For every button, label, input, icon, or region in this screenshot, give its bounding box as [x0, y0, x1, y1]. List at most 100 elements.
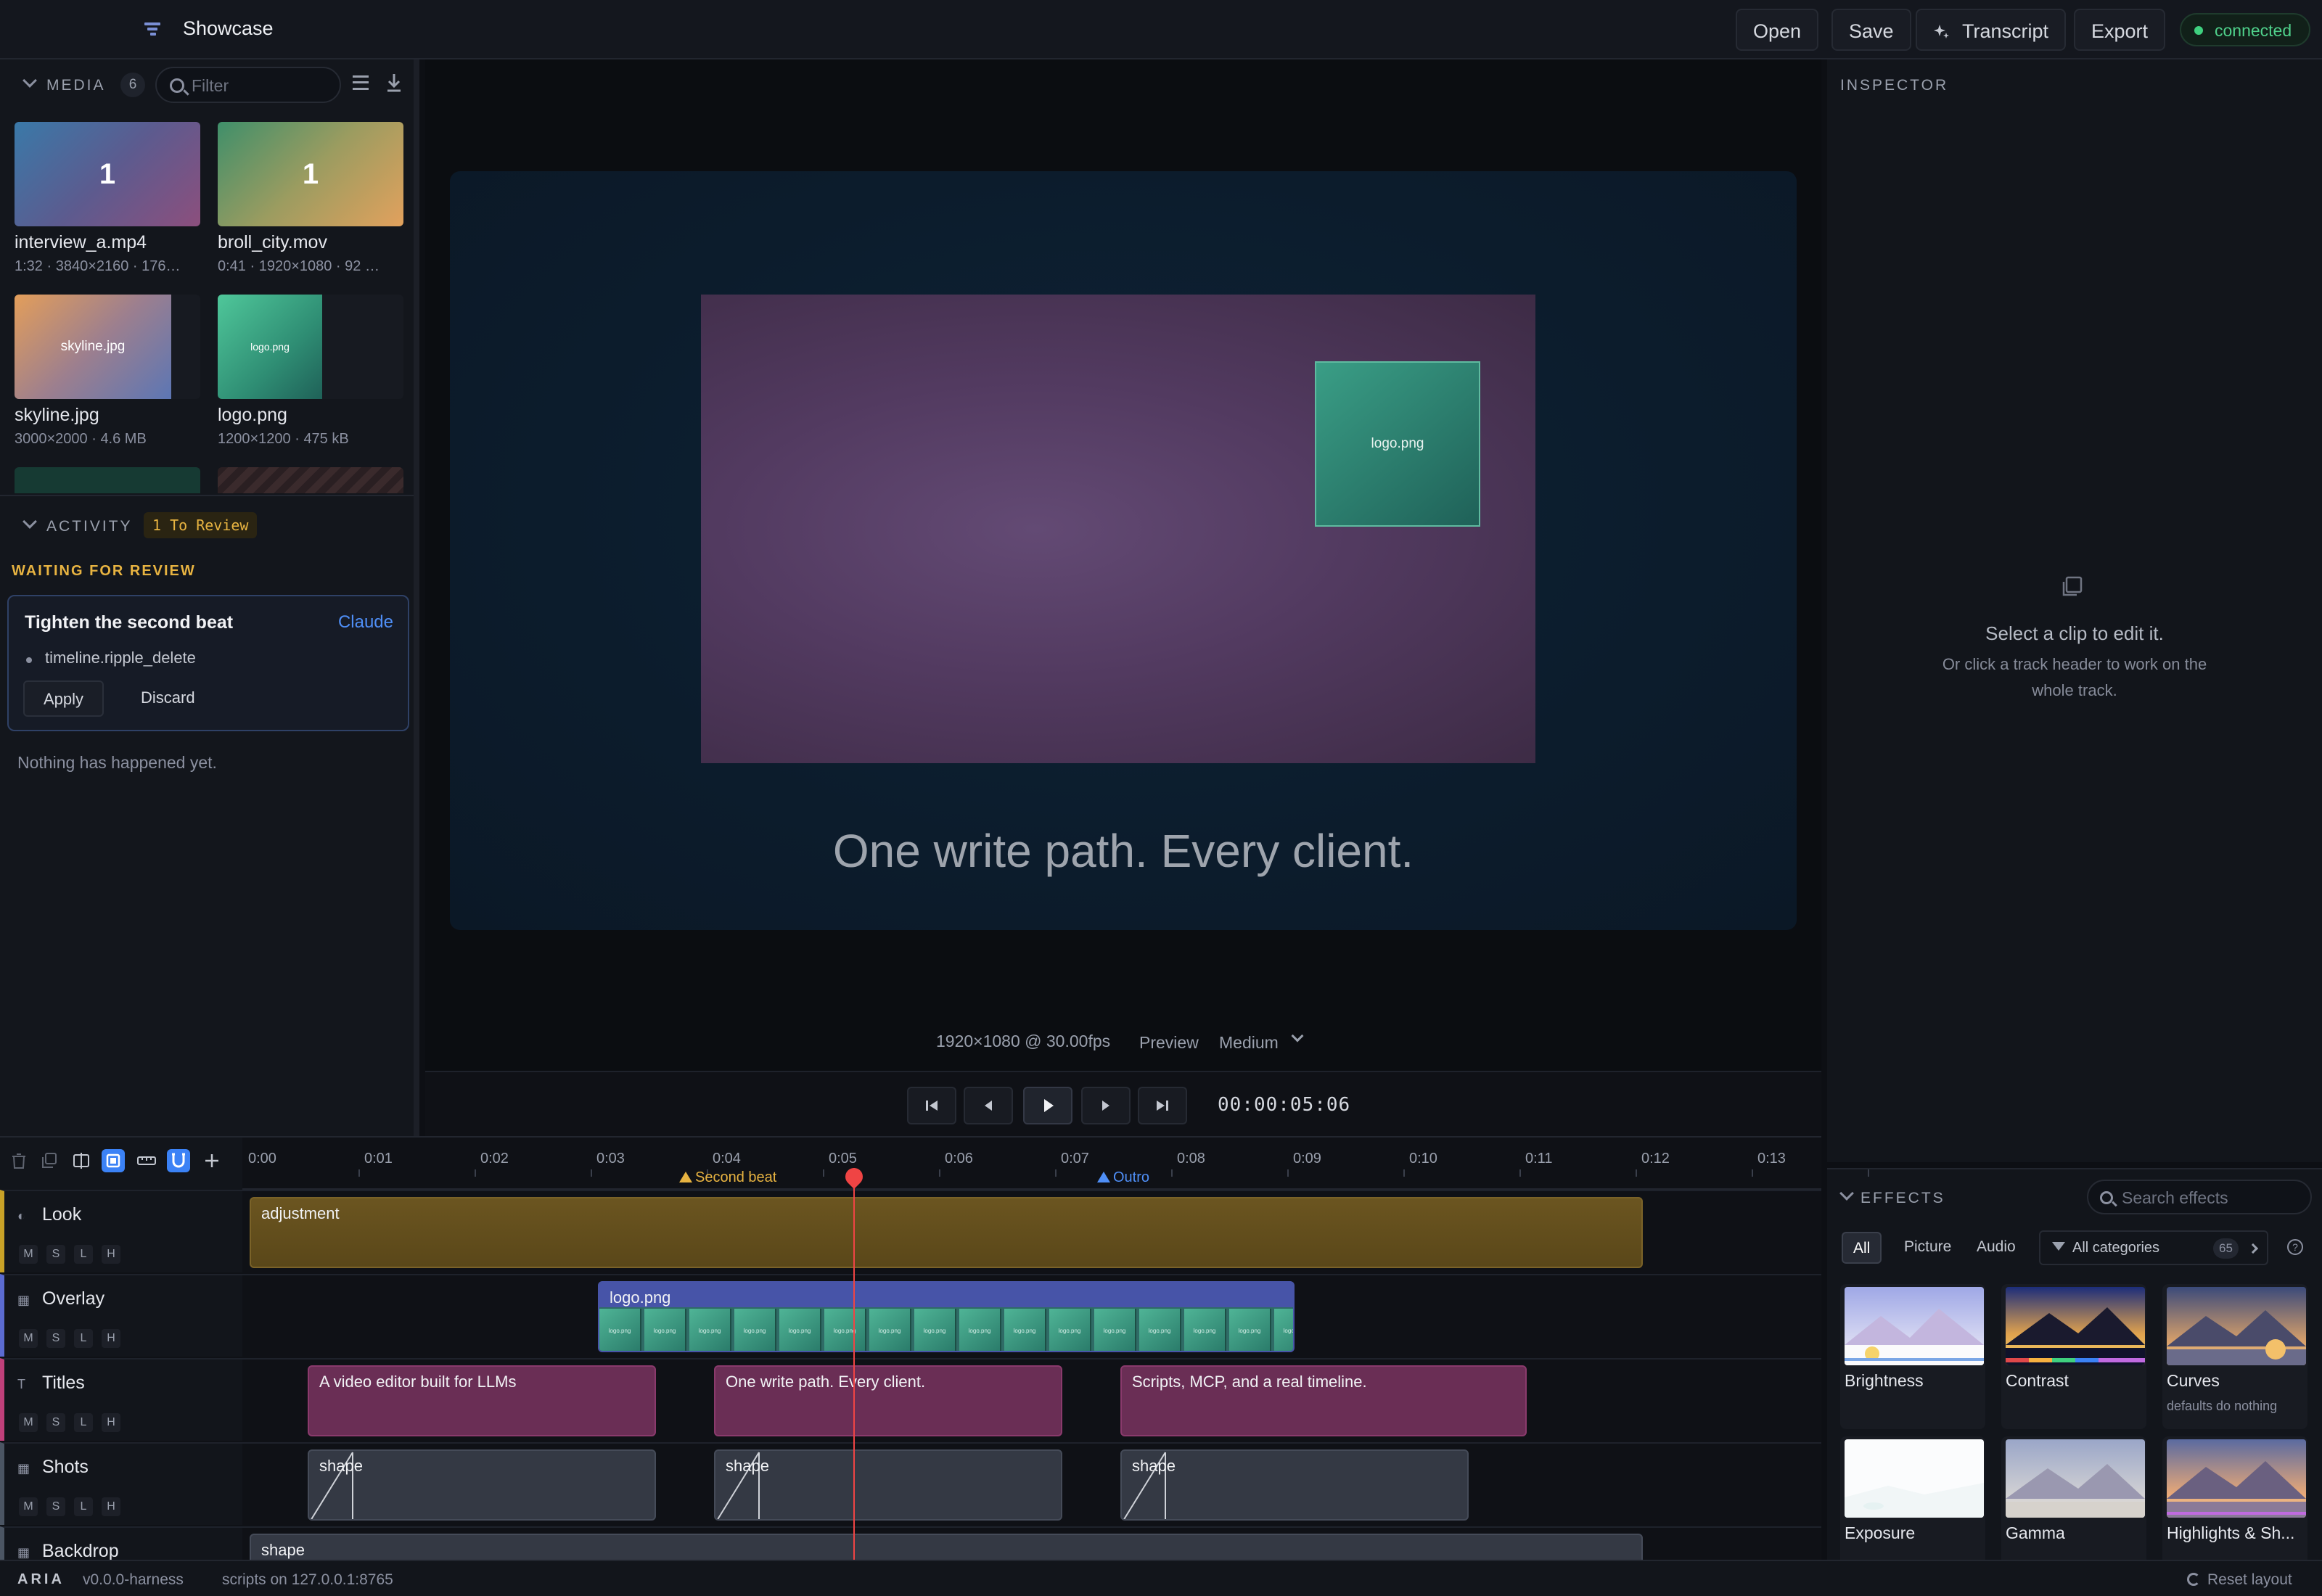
search-icon [170, 78, 184, 93]
track-header-look[interactable]: ◐ Look M S L H [0, 1190, 242, 1272]
clip-titles[interactable]: One write path. Every client. [714, 1365, 1062, 1436]
effect-card[interactable]: Brightness [1840, 1284, 1985, 1429]
track-lane-look[interactable]: adjustment [242, 1190, 1821, 1272]
track-lane-overlay[interactable]: logo.png logo.png logo.png logo.png logo.png… [242, 1274, 1821, 1357]
ruler-tick-label: 0:06 [945, 1151, 973, 1167]
ruler-icon[interactable] [135, 1149, 158, 1172]
thumbnail-label: logo.png [250, 341, 290, 353]
play-button[interactable] [1023, 1087, 1072, 1124]
ruler-tick [1519, 1169, 1521, 1177]
track-toggle-h[interactable]: H [102, 1329, 120, 1348]
time-ruler[interactable]: 0:00 0:01 0:02 0:03 0:04 0:05 0:06 0:07 0:08 0:09… [242, 1138, 1869, 1190]
clip-label: Scripts, MCP, and a real timeline. [1132, 1373, 1367, 1391]
clip-label: shape [319, 1457, 363, 1475]
track-toggle-m[interactable]: M [19, 1413, 38, 1432]
marker-outro[interactable]: Outro [1097, 1169, 1149, 1186]
track-toggle-s[interactable]: S [46, 1245, 65, 1264]
effects-search-input[interactable] [2122, 1187, 2303, 1209]
filmstrip-frame: logo.png [734, 1309, 776, 1351]
effects-search[interactable] [2087, 1180, 2312, 1214]
track-toggle-l[interactable]: L [74, 1413, 93, 1432]
track-toggle-m[interactable]: M [19, 1329, 38, 1348]
track-header-shots[interactable]: ▦ Shots M S L H [0, 1442, 242, 1525]
track-toggle-m[interactable]: M [19, 1245, 38, 1264]
clip-titles[interactable]: A video editor built for LLMs [308, 1365, 656, 1436]
chevron-down-icon[interactable] [1839, 1186, 1854, 1201]
reset-icon[interactable] [2187, 1573, 2200, 1586]
track-toggle-h[interactable]: H [102, 1245, 120, 1264]
media-filter-input[interactable] [192, 74, 337, 97]
clip-titles[interactable]: Scripts, MCP, and a real timeline. [1120, 1365, 1527, 1436]
clip-look[interactable]: adjustment [250, 1197, 1643, 1268]
skip-to-start-button[interactable] [907, 1087, 956, 1124]
connection-status-badge: connected [2180, 13, 2311, 46]
split-icon[interactable] [70, 1149, 93, 1172]
clip-shots[interactable]: shape [308, 1449, 656, 1521]
ruler-tick-label: 0:05 [829, 1151, 857, 1167]
help-icon[interactable]: ? [2287, 1239, 2303, 1255]
download-icon[interactable] [386, 73, 402, 93]
preview-canvas[interactable]: logo.png One write path. Every client. [450, 171, 1797, 930]
save-button[interactable]: Save [1831, 9, 1911, 51]
clip-label: adjustment [261, 1204, 340, 1222]
preview-stage: logo.png [701, 295, 1535, 763]
effect-card[interactable]: Curves defaults do nothing [2162, 1284, 2307, 1429]
marker-second-beat[interactable]: Second beat [679, 1169, 776, 1186]
quality-select[interactable]: Medium [1219, 1033, 1279, 1053]
media-item[interactable] [218, 467, 403, 493]
effect-thumbnail [2006, 1439, 2145, 1518]
list-view-icon[interactable] [353, 75, 369, 90]
track-lane-titles[interactable]: A video editor built for LLMs One write p… [242, 1358, 1821, 1441]
playhead[interactable] [842, 1164, 866, 1561]
chevron-down-icon[interactable] [22, 514, 37, 529]
track-header-overlay[interactable]: ▦ Overlay M S L H [0, 1274, 242, 1357]
track-toggle-l[interactable]: L [74, 1245, 93, 1264]
step-back-button[interactable] [964, 1087, 1013, 1124]
apply-button[interactable]: Apply [23, 680, 104, 717]
reset-layout-button[interactable]: Reset layout [2207, 1571, 2292, 1589]
track-toggle-h[interactable]: H [102, 1497, 120, 1516]
add-track-icon[interactable] [200, 1149, 223, 1172]
category-select[interactable]: All categories 65 [2039, 1230, 2268, 1265]
discard-button[interactable]: Discard [126, 680, 210, 717]
track-toggle-s[interactable]: S [46, 1329, 65, 1348]
media-item[interactable] [15, 467, 200, 493]
clip-shots[interactable]: shape [714, 1449, 1062, 1521]
magnet-toggle[interactable] [167, 1149, 190, 1172]
tab-all[interactable]: All [1842, 1232, 1882, 1264]
track-header-titles[interactable]: T Titles M S L H [0, 1358, 242, 1441]
track-toggle-s[interactable]: S [46, 1497, 65, 1516]
connection-status-label: connected [2215, 21, 2292, 40]
track-toggle-l[interactable]: L [74, 1329, 93, 1348]
marker-flag-icon [1097, 1172, 1110, 1182]
snap-toggle[interactable] [102, 1149, 125, 1172]
media-filter[interactable] [155, 67, 341, 103]
effect-thumbnail [2167, 1287, 2306, 1365]
tab-audio[interactable]: Audio [1966, 1232, 2026, 1264]
step-forward-button[interactable] [1081, 1087, 1131, 1124]
transcript-button[interactable]: Transcript [1916, 9, 2067, 51]
open-button[interactable]: Open [1736, 9, 1819, 51]
chevron-down-icon[interactable] [1291, 1029, 1304, 1042]
chevron-down-icon[interactable] [22, 73, 37, 88]
timecode-readout: 00:00:05:06 [1218, 1094, 1351, 1116]
top-bar: Showcase Open Save Transcript Export con… [0, 0, 2322, 59]
app-logo-icon [144, 22, 160, 36]
duplicate-icon[interactable] [38, 1149, 61, 1172]
divider [0, 495, 414, 496]
clip-shots[interactable]: shape [1120, 1449, 1469, 1521]
effect-card[interactable]: Contrast [2001, 1284, 2146, 1429]
track-lane-shots[interactable]: shape shape shape [242, 1442, 1821, 1525]
track-toggle-s[interactable]: S [46, 1413, 65, 1432]
trash-icon[interactable] [7, 1149, 30, 1172]
track-toggle-m[interactable]: M [19, 1497, 38, 1516]
tab-picture[interactable]: Picture [1894, 1232, 1961, 1264]
export-button[interactable]: Export [2074, 9, 2166, 51]
track-toggle-l[interactable]: L [74, 1497, 93, 1516]
effect-name: Curves [2167, 1371, 2220, 1390]
skip-to-end-button[interactable] [1138, 1087, 1187, 1124]
clip-stack-icon [2062, 576, 2083, 596]
filmstrip-frame: logo.png [1274, 1309, 1293, 1351]
clip-overlay[interactable]: logo.png logo.png logo.png logo.png logo.png… [598, 1281, 1295, 1352]
track-toggle-h[interactable]: H [102, 1413, 120, 1432]
